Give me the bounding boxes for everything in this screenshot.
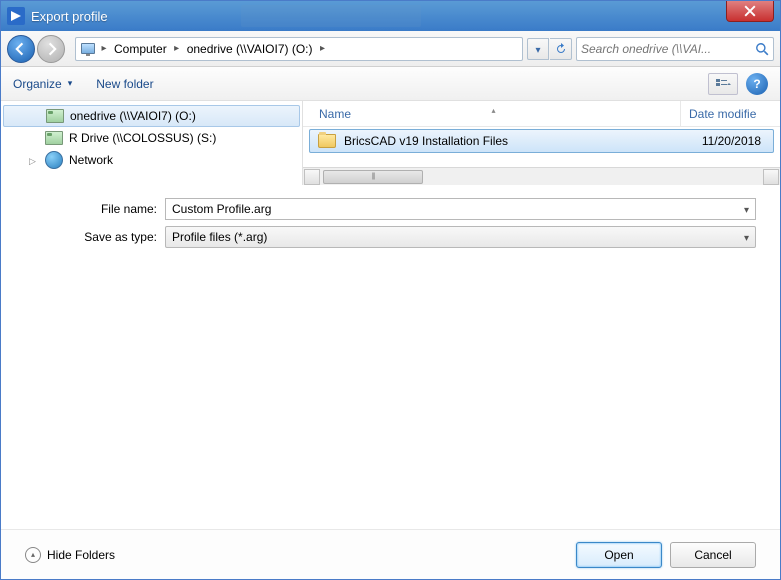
refresh-icon <box>555 43 567 55</box>
navigation-bar: Computer onedrive (\\VAIOI7) (O:) <box>1 31 780 67</box>
hide-folders-label: Hide Folders <box>47 548 115 562</box>
collapse-icon <box>25 547 41 563</box>
tree-item-label: R Drive (\\COLOSSUS) (S:) <box>69 131 216 145</box>
list-item-date: 11/20/2018 <box>675 134 765 148</box>
search-box[interactable] <box>576 37 774 61</box>
view-options-button[interactable] <box>708 73 738 95</box>
address-bar[interactable]: Computer onedrive (\\VAIOI7) (O:) <box>75 37 523 61</box>
help-button[interactable]: ? <box>746 73 768 95</box>
forward-arrow-icon <box>44 42 58 56</box>
open-button-label: Open <box>604 548 633 562</box>
dialog-footer: Hide Folders Open Cancel <box>1 529 780 579</box>
tree-item-label: onedrive (\\VAIOI7) (O:) <box>70 109 196 123</box>
new-folder-button[interactable]: New folder <box>96 77 153 91</box>
breadcrumb-separator[interactable] <box>317 43 329 54</box>
history-dropdown-button[interactable] <box>527 38 549 60</box>
organize-button[interactable]: Organize <box>13 77 72 91</box>
search-icon <box>755 42 769 56</box>
expand-triangle-icon[interactable] <box>29 153 39 167</box>
column-headers: Name Date modifie <box>303 101 780 127</box>
network-icon <box>45 151 63 169</box>
close-icon <box>744 5 756 17</box>
back-button[interactable] <box>7 35 35 63</box>
horizontal-scrollbar[interactable] <box>303 167 780 185</box>
file-list: Name Date modifie BricsCAD v19 Installat… <box>303 101 780 185</box>
back-arrow-icon <box>14 42 28 56</box>
file-form: File name: Custom Profile.arg Save as ty… <box>1 185 780 251</box>
hide-folders-button[interactable]: Hide Folders <box>25 547 115 563</box>
chevron-down-icon[interactable] <box>744 230 749 244</box>
window-title: Export profile <box>31 9 108 24</box>
column-header-date[interactable]: Date modifie <box>680 101 780 126</box>
column-header-name[interactable]: Name <box>303 107 680 121</box>
breadcrumb-separator[interactable] <box>171 43 183 54</box>
tree-item-network[interactable]: Network <box>1 149 302 171</box>
folder-icon <box>318 134 336 148</box>
navigation-tree[interactable]: onedrive (\\VAIOI7) (O:) R Drive (\\COLO… <box>1 101 303 185</box>
save-as-type-value: Profile files (*.arg) <box>172 230 267 244</box>
save-as-type-label: Save as type: <box>1 230 165 244</box>
list-item[interactable]: BricsCAD v19 Installation Files 11/20/20… <box>309 129 774 153</box>
refresh-button[interactable] <box>550 38 572 60</box>
background-tab <box>241 5 421 27</box>
file-list-body[interactable]: BricsCAD v19 Installation Files 11/20/20… <box>303 127 780 167</box>
address-tools <box>527 38 572 60</box>
tree-item-label: Network <box>69 153 113 167</box>
network-drive-icon <box>46 109 64 123</box>
breadcrumb-drive[interactable]: onedrive (\\VAIOI7) (O:) <box>183 42 317 56</box>
open-button[interactable]: Open <box>576 542 662 568</box>
filename-value: Custom Profile.arg <box>172 202 271 216</box>
cancel-button[interactable]: Cancel <box>670 542 756 568</box>
scrollbar-thumb[interactable] <box>323 170 423 184</box>
tree-item-onedrive[interactable]: onedrive (\\VAIOI7) (O:) <box>3 105 300 127</box>
chevron-down-icon[interactable] <box>744 202 749 216</box>
breadcrumb-computer[interactable]: Computer <box>110 42 171 56</box>
network-drive-icon <box>45 131 63 145</box>
search-input[interactable] <box>581 42 755 56</box>
close-button[interactable] <box>726 1 774 22</box>
cancel-button-label: Cancel <box>694 548 731 562</box>
forward-button[interactable] <box>37 35 65 63</box>
spacer <box>1 251 780 529</box>
save-as-type-select[interactable]: Profile files (*.arg) <box>165 226 756 248</box>
filename-label: File name: <box>1 202 165 216</box>
view-icon <box>715 78 731 90</box>
list-item-name: BricsCAD v19 Installation Files <box>344 134 675 148</box>
command-bar: Organize New folder ? <box>1 67 780 101</box>
computer-icon <box>78 41 98 57</box>
help-icon: ? <box>753 77 760 91</box>
titlebar[interactable]: Export profile <box>1 1 780 31</box>
chevron-down-icon <box>535 42 540 56</box>
filename-input[interactable]: Custom Profile.arg <box>165 198 756 220</box>
nav-buttons <box>7 35 65 63</box>
export-profile-dialog: Export profile Computer onedrive (\\VAIO… <box>0 0 781 580</box>
app-icon <box>7 7 25 25</box>
content-area: onedrive (\\VAIOI7) (O:) R Drive (\\COLO… <box>1 101 780 185</box>
breadcrumb-separator[interactable] <box>98 43 110 54</box>
tree-item-rdrive[interactable]: R Drive (\\COLOSSUS) (S:) <box>1 127 302 149</box>
